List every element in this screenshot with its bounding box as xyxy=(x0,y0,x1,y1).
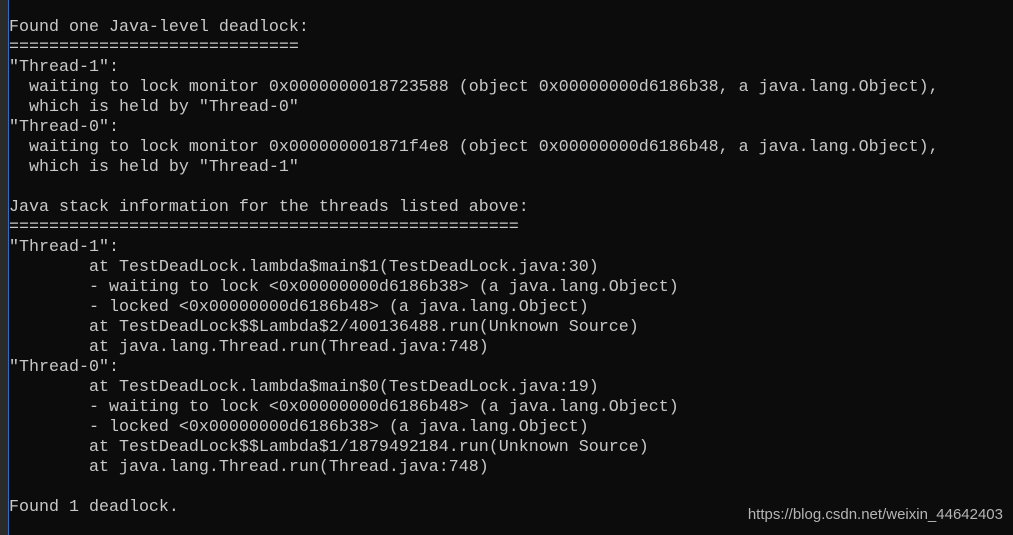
terminal-line: - locked <0x00000000d6186b48> (a java.la… xyxy=(9,298,589,317)
terminal-line: at TestDeadLock$$Lambda$2/400136488.run(… xyxy=(9,318,639,337)
terminal-line: waiting to lock monitor 0x00000000187235… xyxy=(9,78,939,97)
terminal-line: ========================================… xyxy=(9,218,519,237)
terminal-line: at java.lang.Thread.run(Thread.java:748) xyxy=(9,338,489,357)
terminal-line: - waiting to lock <0x00000000d6186b48> (… xyxy=(9,398,679,417)
terminal-line: - locked <0x00000000d6186b38> (a java.la… xyxy=(9,418,589,437)
terminal-line: ============================= xyxy=(9,38,299,57)
terminal-line: waiting to lock monitor 0x000000001871f4… xyxy=(9,138,939,157)
terminal-line: Found one Java-level deadlock: xyxy=(9,18,309,37)
terminal-line: - waiting to lock <0x00000000d6186b38> (… xyxy=(9,278,679,297)
background-window-edge xyxy=(0,0,8,535)
terminal-line: "Thread-1": xyxy=(9,238,119,257)
terminal-line: Java stack information for the threads l… xyxy=(9,198,529,217)
terminal-line: which is held by "Thread-1" xyxy=(9,158,299,177)
terminal-line: "Thread-0": xyxy=(9,358,119,377)
terminal-line: at TestDeadLock.lambda$main$1(TestDeadLo… xyxy=(9,258,599,277)
terminal-output[interactable]: Found one Java-level deadlock: ==========… xyxy=(9,18,939,518)
terminal-line: which is held by "Thread-0" xyxy=(9,98,299,117)
terminal-line: at TestDeadLock.lambda$main$0(TestDeadLo… xyxy=(9,378,599,397)
terminal-line: "Thread-1": xyxy=(9,58,119,77)
terminal-line: "Thread-0": xyxy=(9,118,119,137)
watermark: https://blog.csdn.net/weixin_44642403 xyxy=(747,506,1003,523)
terminal-line: at TestDeadLock$$Lambda$1/1879492184.run… xyxy=(9,438,649,457)
terminal-line: at java.lang.Thread.run(Thread.java:748) xyxy=(9,458,489,477)
